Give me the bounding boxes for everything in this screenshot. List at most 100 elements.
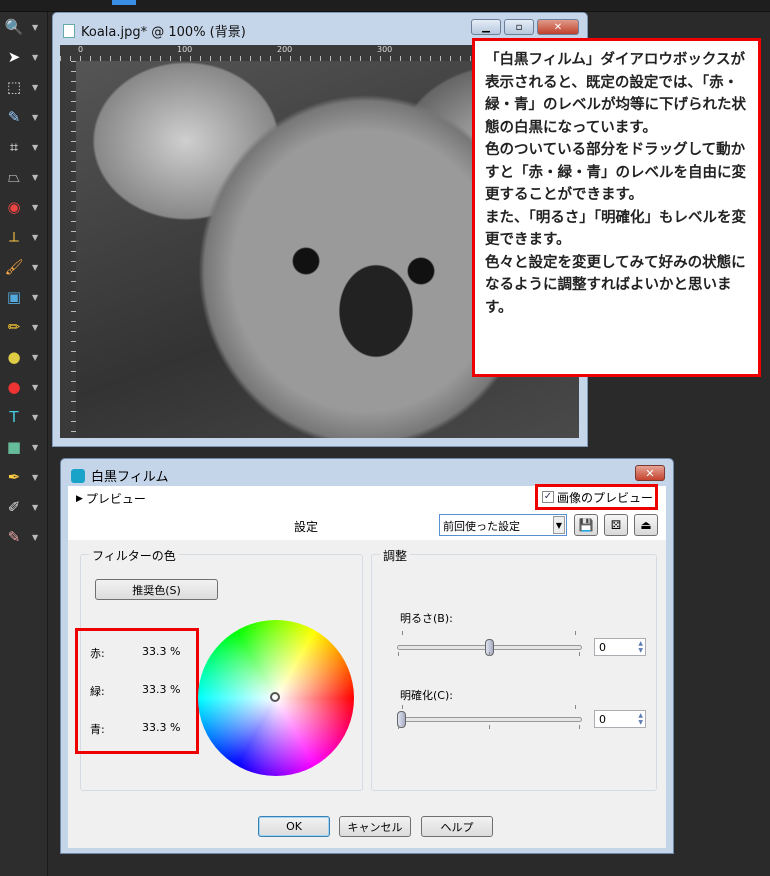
ruler-label: 200 xyxy=(277,45,293,54)
tool-pen[interactable]: ✒ ▼ xyxy=(4,464,44,490)
callout-text: 色々と設定を変更してみて好みの状態になるように調整すればよいかと思います。 xyxy=(485,254,746,316)
tool-lighten[interactable]: ✏ ▼ xyxy=(4,314,44,340)
tool-text[interactable]: T ▼ xyxy=(4,404,44,430)
floppy-disk-icon: 💾 xyxy=(578,518,594,532)
active-tab-indicator[interactable] xyxy=(112,0,136,5)
tool-picture-tube[interactable]: ▣ ▼ xyxy=(4,284,44,310)
tool-red-eye[interactable]: ◉ ▼ xyxy=(4,194,44,220)
green-channel-label: 緑: xyxy=(90,685,105,698)
tool-straighten[interactable]: ⟂ ▼ xyxy=(4,224,44,250)
spin-arrows-icon: ▲ ▼ xyxy=(638,640,643,654)
dropdown-arrow-icon[interactable]: ▼ xyxy=(32,83,38,92)
ok-button[interactable]: OK xyxy=(258,816,330,837)
cancel-button[interactable]: キャンセル xyxy=(339,816,411,837)
ruler-label: 0 xyxy=(78,45,84,54)
pick-icon: ➤ xyxy=(7,48,21,66)
dice-icon: ⚄ xyxy=(610,518,622,532)
maximize-button[interactable]: ▫ xyxy=(504,19,534,35)
top-bar xyxy=(0,0,770,12)
checkbox-checked-icon: ✓ xyxy=(542,491,554,503)
dropdown-arrow-icon[interactable]: ▼ xyxy=(32,113,38,122)
recommended-color-button[interactable]: 推奨色(S) xyxy=(95,579,218,600)
brush-icon: 🖌 xyxy=(4,258,24,276)
dropdown-arrow-icon[interactable]: ▼ xyxy=(32,263,38,272)
dropdown-arrow-icon[interactable]: ▼ xyxy=(32,383,38,392)
tool-perspective[interactable]: ⏢ ▼ xyxy=(4,164,44,190)
triangle-right-icon: ▶ xyxy=(76,493,83,504)
reset-icon: ⏏ xyxy=(640,518,652,532)
callout-text: また、「明るさ」「明確化」もレベルを変更できます。 xyxy=(485,209,746,249)
clarify-spinbox[interactable]: 0 ▲ ▼ xyxy=(594,710,646,728)
dropdown-arrow-icon[interactable]: ▼ xyxy=(32,143,38,152)
tool-eraser[interactable]: ✐ ▼ xyxy=(4,494,44,520)
tool-shape[interactable]: ■ ▼ xyxy=(4,434,44,460)
dropdown-arrow-icon[interactable]: ▼ xyxy=(32,503,38,512)
settings-label: 設定 xyxy=(294,520,319,534)
adjust-group: 調整 明るさ(B): 0 ▲ ▼ 明確化(C): 0 ▲ ▼ xyxy=(371,547,657,791)
app-icon xyxy=(71,468,85,483)
red-eye-icon: ◉ xyxy=(7,198,21,216)
dialog-close-button[interactable]: ✕ xyxy=(635,465,665,481)
dropdown-arrow-icon[interactable]: ▼ xyxy=(32,323,38,332)
picture-tube-icon: ▣ xyxy=(6,288,22,306)
color-picker-handle[interactable] xyxy=(270,692,280,702)
selection-icon: ⬚ xyxy=(6,78,22,96)
tool-color-replace[interactable]: ● ▼ xyxy=(4,374,44,400)
tool-zoom[interactable]: 🔍 ▼ xyxy=(4,14,44,40)
eraser-icon: ✐ xyxy=(7,498,21,516)
group-label: フィルターの色 xyxy=(89,547,179,564)
dropdown-arrow-icon[interactable]: ▼ xyxy=(32,473,38,482)
dropdown-arrow-icon[interactable]: ▼ xyxy=(32,233,38,242)
dropdown-arrow-icon[interactable]: ▼ xyxy=(32,293,38,302)
dodge-icon: ● xyxy=(7,348,21,366)
dropper-icon: ✎ xyxy=(7,108,21,126)
clarify-label: 明確化(C): xyxy=(400,689,453,702)
tool-smudge[interactable]: ✎ ▼ xyxy=(4,524,44,550)
tools-toolbar: 🔍 ▼ ➤ ▼ ⬚ ▼ ✎ ▼ ⌗ ▼ ⏢ ▼ ◉ ▼ ⟂ ▼ 🖌 ▼ ▣ ▼ ✏ ▼ ● ▼ ● ▼ T ▼ ■ ▼ ✒ ▼ ✐ ▼ ✎ ▼ xyxy=(0,12,48,876)
image-preview-checkbox[interactable]: ✓ 画像のプレビュー xyxy=(535,484,658,510)
spin-arrows-icon: ▲ ▼ xyxy=(638,712,643,726)
randomize-button[interactable]: ⚄ xyxy=(604,514,628,536)
help-button[interactable]: ヘルプ xyxy=(421,816,493,837)
dropdown-arrow-icon[interactable]: ▼ xyxy=(32,533,38,542)
dialog-title: 白黒フィルム xyxy=(71,466,168,485)
blue-channel-label: 青: xyxy=(90,723,105,736)
black-and-white-film-dialog: 白黒フィルム ✕ ▶ プレビュー ✓ 画像のプレビュー 設定 前回使った設定 ▼… xyxy=(60,458,674,854)
reset-button[interactable]: ⏏ xyxy=(634,514,658,536)
tool-crop[interactable]: ⌗ ▼ xyxy=(4,134,44,160)
minimize-button[interactable]: ▁ xyxy=(471,19,501,35)
dropdown-arrow-icon[interactable]: ▼ xyxy=(32,353,38,362)
preset-dropdown[interactable]: 前回使った設定 ▼ xyxy=(439,514,567,536)
chevron-down-icon: ▼ xyxy=(553,516,565,534)
dropdown-arrow-icon[interactable]: ▼ xyxy=(32,443,38,452)
dropdown-arrow-icon[interactable]: ▼ xyxy=(32,23,38,32)
perspective-icon: ⏢ xyxy=(7,168,20,186)
tool-dodge[interactable]: ● ▼ xyxy=(4,344,44,370)
tool-dropper[interactable]: ✎ ▼ xyxy=(4,104,44,130)
clarify-slider[interactable] xyxy=(397,717,582,722)
filter-color-group: フィルターの色 推奨色(S) 赤: 33.3 % 緑: 33.3 % 青: 33… xyxy=(75,547,363,791)
color-wheel[interactable] xyxy=(198,620,354,776)
tool-selection[interactable]: ⬚ ▼ xyxy=(4,74,44,100)
brightness-spinbox[interactable]: 0 ▲ ▼ xyxy=(594,638,646,656)
callout-text: 「白黒フィルム」ダイアロウボックスが表示されると、既定の設定では、「赤・緑・青」… xyxy=(485,52,746,136)
brightness-label: 明るさ(B): xyxy=(400,612,453,625)
dropdown-arrow-icon[interactable]: ▼ xyxy=(32,413,38,422)
dropdown-arrow-icon[interactable]: ▼ xyxy=(32,203,38,212)
crop-icon: ⌗ xyxy=(9,138,19,156)
vertical-ruler xyxy=(60,61,76,438)
tool-pick[interactable]: ➤ ▼ xyxy=(4,44,44,70)
blue-channel-value: 33.3 % xyxy=(142,721,181,734)
ruler-label: 100 xyxy=(177,45,193,54)
dropdown-arrow-icon[interactable]: ▼ xyxy=(32,173,38,182)
tool-brush[interactable]: 🖌 ▼ xyxy=(4,254,44,280)
annotation-callout: 「白黒フィルム」ダイアロウボックスが表示されると、既定の設定では、「赤・緑・青」… xyxy=(472,38,761,377)
pen-icon: ✒ xyxy=(7,468,21,486)
save-preset-button[interactable]: 💾 xyxy=(574,514,598,536)
preview-expander[interactable]: ▶ プレビュー xyxy=(76,490,146,507)
red-channel-label: 赤: xyxy=(90,647,105,660)
smudge-icon: ✎ xyxy=(7,528,21,546)
close-button[interactable]: ✕ xyxy=(537,19,579,35)
channel-values-highlight: 赤: 33.3 % 緑: 33.3 % 青: 33.3 % xyxy=(75,628,199,754)
dropdown-arrow-icon[interactable]: ▼ xyxy=(32,53,38,62)
